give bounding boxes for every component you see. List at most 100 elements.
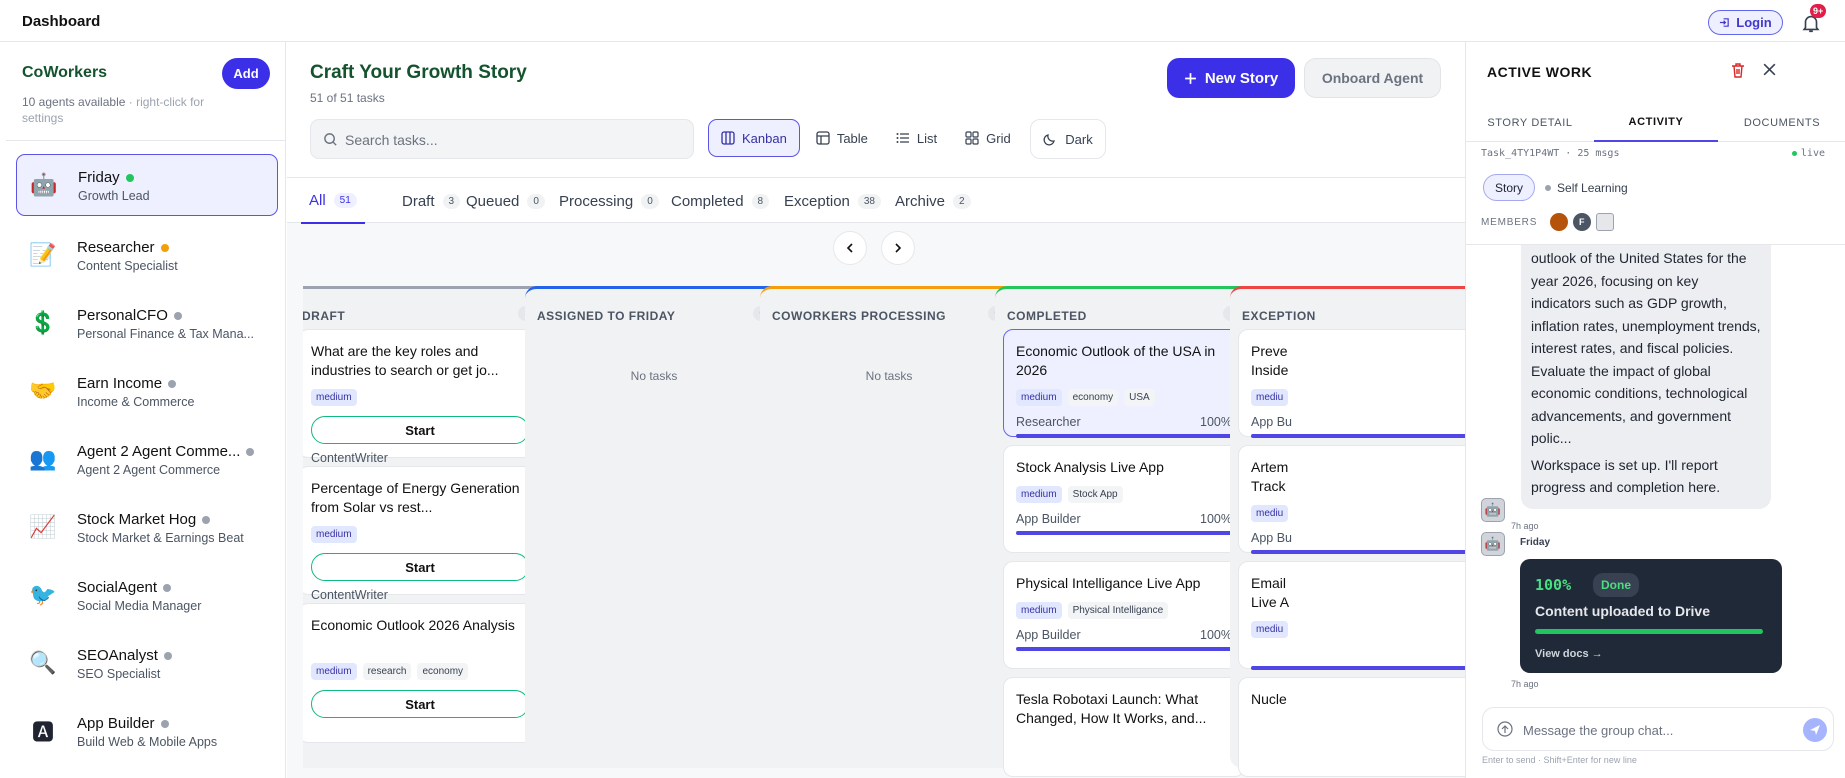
status-dot bbox=[173, 312, 182, 321]
members-label: MEMBERS bbox=[1481, 216, 1538, 228]
chip-story[interactable]: Story bbox=[1483, 174, 1536, 201]
tab-documents[interactable]: DOCUMENTS bbox=[1720, 104, 1844, 142]
progress-bar bbox=[1251, 550, 1465, 554]
tab-count: 8 bbox=[751, 193, 770, 209]
tab-story-detail[interactable]: STORY DETAIL bbox=[1468, 104, 1592, 142]
task-card[interactable]: Preve Inside mediu App Bu bbox=[1238, 329, 1465, 438]
onboard-agent-button[interactable]: Onboard Agent bbox=[1304, 58, 1441, 98]
empty-state: No tasks bbox=[630, 369, 678, 383]
start-button[interactable]: Start bbox=[311, 416, 529, 444]
trash-icon[interactable] bbox=[1730, 62, 1746, 79]
agent-item-stock-market-hog[interactable]: 📈 Stock Market Hog Stock Market & Earnings… bbox=[16, 494, 278, 562]
chat-feed: outlook of the United States for the yea… bbox=[1466, 244, 1845, 692]
progress-bar bbox=[1016, 647, 1234, 651]
agent-item-researcher[interactable]: 📝 Researcher Content Specialist bbox=[16, 222, 278, 290]
card-title: Stock Analysis Live App bbox=[1016, 459, 1164, 475]
card-owner: App Bu bbox=[1251, 415, 1293, 429]
send-button[interactable] bbox=[1803, 718, 1827, 742]
task-card[interactable]: Stock Analysis Live App medium Stock App Ap… bbox=[1003, 445, 1245, 553]
message-composer bbox=[1482, 707, 1834, 751]
card-progress-label: 100% bbox=[1200, 628, 1232, 642]
view-list[interactable]: List bbox=[884, 119, 949, 157]
tab-all[interactable]: All 51 bbox=[301, 178, 365, 224]
tab-queued[interactable]: Queued 0 bbox=[458, 178, 553, 224]
moon-icon bbox=[1043, 134, 1056, 146]
card-progress-label: 100% bbox=[1200, 512, 1232, 526]
new-story-button[interactable]: New Story bbox=[1167, 58, 1295, 98]
task-card[interactable]: Tesla Robotaxi Launch: What Changed, How… bbox=[1003, 677, 1245, 777]
live-dot bbox=[1791, 150, 1797, 156]
app-builder-icon: 🅰 bbox=[31, 720, 54, 745]
prev-button[interactable] bbox=[833, 231, 867, 265]
task-card[interactable]: Physical Intelligance Live App medium Phys… bbox=[1003, 561, 1245, 669]
agent-name-text: PersonalCFO bbox=[77, 307, 168, 324]
tab-exception[interactable]: Exception 38 bbox=[776, 178, 889, 224]
task-search[interactable] bbox=[310, 119, 694, 159]
agent-item-personalcfo[interactable]: 💲 PersonalCFO Personal Finance & Tax Mana.… bbox=[16, 290, 278, 358]
tab-draft[interactable]: Draft 3 bbox=[394, 178, 468, 224]
status-tabs: All 51 Draft 3 Queued 0 Processing 0 Completed 8 E… bbox=[287, 177, 1465, 224]
view-kanban[interactable]: Kanban bbox=[708, 119, 800, 157]
attach-icon[interactable] bbox=[1497, 721, 1513, 737]
agent-item-app-builder[interactable]: 🅰 App Builder Build Web & Mobile Apps bbox=[16, 698, 278, 766]
board-title: Craft Your Growth Story bbox=[310, 62, 527, 83]
agent-item-seoanalyst[interactable]: 🔍 SEOAnalyst SEO Specialist bbox=[16, 630, 278, 698]
start-button[interactable]: Start bbox=[311, 553, 529, 581]
tab-count: 0 bbox=[641, 193, 659, 209]
dark-mode-toggle[interactable]: Dark bbox=[1030, 119, 1106, 159]
task-card[interactable]: Economic Outlook 2026 Analysis medium rese… bbox=[303, 603, 540, 743]
task-card[interactable]: Percentage of Energy Generation from Sol… bbox=[303, 466, 540, 602]
completion-card: 100% Done Content uploaded to Drive View… bbox=[1520, 559, 1782, 673]
search-input[interactable] bbox=[345, 129, 685, 151]
tab-count: 38 bbox=[857, 193, 881, 209]
progress-fill bbox=[1016, 647, 1234, 651]
tag-list: medium bbox=[311, 526, 357, 543]
chevron-left-icon bbox=[846, 243, 853, 253]
task-card[interactable]: Artem Track mediu App Bu bbox=[1238, 445, 1465, 554]
tab-processing[interactable]: Processing 0 bbox=[551, 178, 667, 224]
card-owner: App Builder bbox=[1016, 628, 1081, 642]
next-button[interactable] bbox=[881, 231, 915, 265]
agent-name-text: SocialAgent bbox=[77, 579, 158, 596]
task-card[interactable]: Economic Outlook of the USA in 2026 mediu… bbox=[1003, 329, 1245, 438]
message-input[interactable] bbox=[1523, 720, 1783, 740]
member-avatar[interactable] bbox=[1596, 213, 1615, 231]
done-text: Content uploaded to Drive bbox=[1535, 603, 1710, 619]
member-avatar[interactable]: F bbox=[1573, 213, 1592, 231]
login-button[interactable]: Login bbox=[1708, 10, 1783, 35]
member-avatar[interactable] bbox=[1550, 213, 1569, 231]
chip-self-learning[interactable]: Self Learning bbox=[1545, 181, 1628, 195]
task-card[interactable]: Email Live A mediu bbox=[1238, 561, 1465, 670]
tab-completed[interactable]: Completed 8 bbox=[663, 178, 777, 224]
card-title: What are the key roles and industries to… bbox=[311, 343, 499, 378]
tag: medium bbox=[311, 526, 357, 543]
tag: Physical Intelligance bbox=[1067, 602, 1169, 619]
timestamp: 7h ago bbox=[1511, 679, 1539, 689]
tab-label: Exception bbox=[784, 192, 850, 210]
start-button[interactable]: Start bbox=[311, 690, 529, 718]
view-docs-link[interactable]: View docs → bbox=[1535, 648, 1603, 660]
agent-item-agent-2-agent-comme[interactable]: 👥 Agent 2 Agent Comme... Agent 2 Agent Com… bbox=[16, 426, 278, 494]
login-label: Login bbox=[1736, 15, 1772, 30]
tab-archive[interactable]: Archive 2 bbox=[887, 178, 979, 224]
card-owner: Researcher bbox=[1016, 415, 1081, 429]
tab-activity[interactable]: ACTIVITY bbox=[1594, 104, 1718, 142]
view-grid[interactable]: Grid bbox=[953, 119, 1023, 157]
agent-name: Agent 2 Agent Comme... bbox=[77, 443, 255, 460]
agent-item-socialagent[interactable]: 🐦 SocialAgent Social Media Manager bbox=[16, 562, 278, 630]
panel-tabs: STORY DETAIL ACTIVITY DOCUMENTS bbox=[1466, 104, 1845, 142]
agent-item-earn-income[interactable]: 🤝 Earn Income Income & Commerce bbox=[16, 358, 278, 426]
add-agent-button[interactable]: Add bbox=[222, 58, 270, 89]
agent-item-friday[interactable]: 🤖 Friday Growth Lead bbox=[16, 154, 278, 216]
column-title: EXCEPTION bbox=[1242, 309, 1316, 323]
task-card[interactable]: What are the key roles and industries to… bbox=[303, 329, 540, 465]
tag-list: mediu bbox=[1251, 389, 1289, 406]
view-table[interactable]: Table bbox=[804, 119, 880, 157]
agent-name: App Builder bbox=[77, 715, 169, 732]
stock-chart-icon: 📈 bbox=[29, 514, 57, 539]
close-icon[interactable] bbox=[1762, 62, 1777, 77]
agent-name: SEOAnalyst bbox=[77, 647, 172, 664]
chip-dot bbox=[1545, 184, 1552, 191]
column-title: COMPLETED bbox=[1007, 309, 1087, 323]
task-card[interactable]: Nucle bbox=[1238, 677, 1465, 777]
